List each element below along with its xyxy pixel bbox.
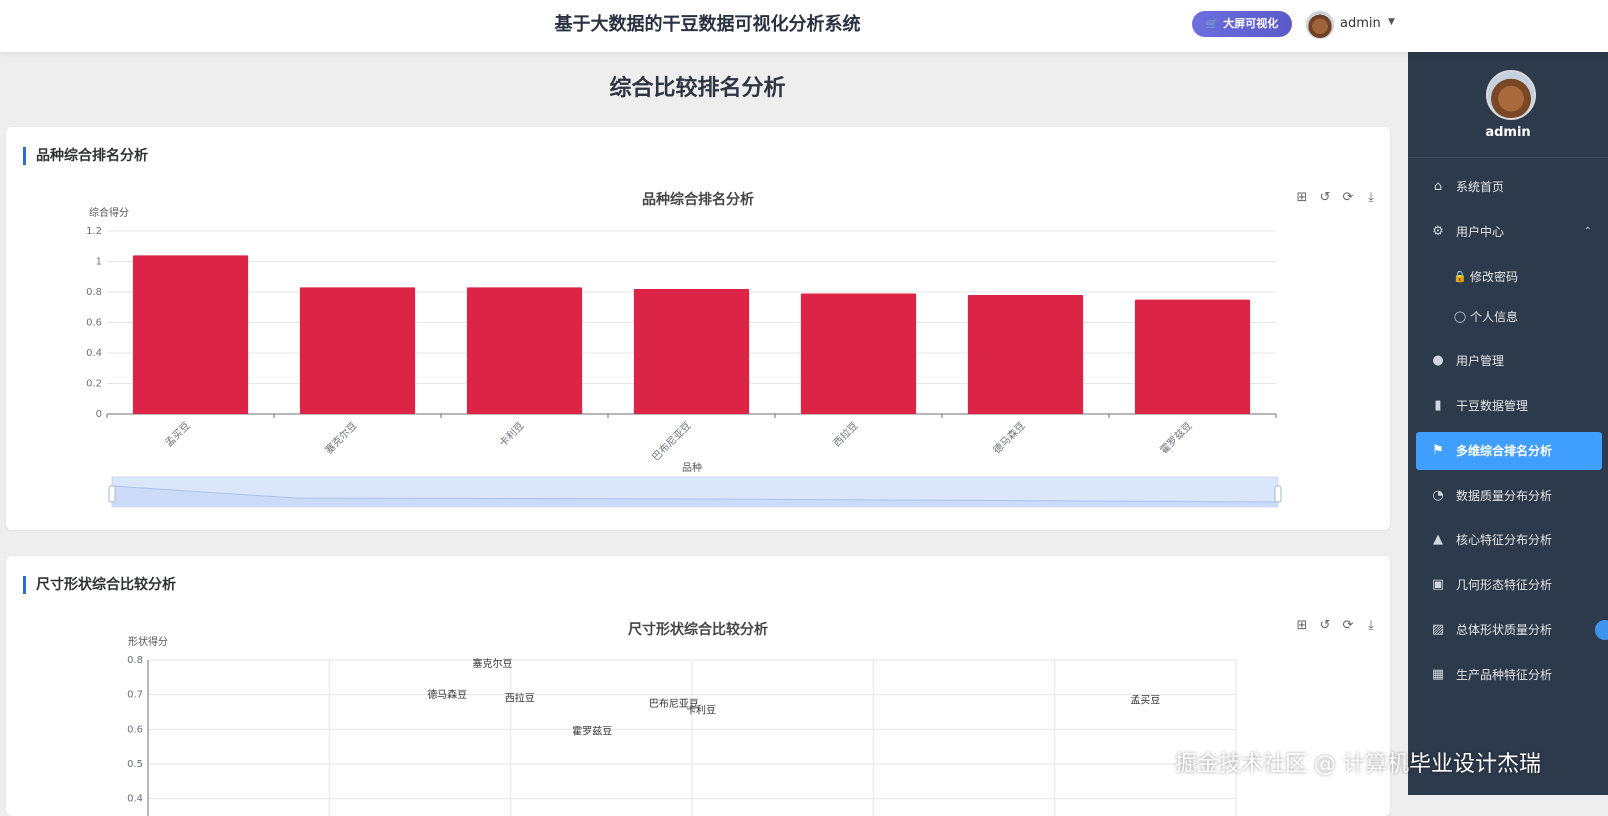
sidebar-item-label: 个人信息	[1470, 310, 1519, 324]
sidebar-item[interactable]: ◔ 数据质量分布分析	[1416, 477, 1602, 515]
users-icon: ●	[1432, 353, 1444, 368]
sidebar-item-label: 核心特征分布分析	[1456, 533, 1553, 547]
y-tick-label: 0.4	[86, 348, 102, 359]
bar[interactable]	[967, 295, 1084, 414]
point-label: 卡利豆	[686, 704, 716, 717]
sidebar-item[interactable]: ⌂ 系统首页	[1416, 168, 1602, 206]
user-icon: ◯	[1453, 310, 1467, 323]
bigscreen-button-label: 大屏可视化	[1223, 17, 1279, 30]
y-tick-label: 0.2	[86, 379, 102, 390]
y-tick-label: 0.6	[86, 318, 102, 329]
clipboard-icon: ▨	[1431, 622, 1445, 637]
y-axis-label: 综合得分	[89, 206, 129, 219]
datazoom-slider[interactable]	[108, 476, 1282, 508]
sidebar-item[interactable]: ▦ 生产品种特征分析	[1416, 656, 1602, 694]
y-tick-label: 0.7	[127, 690, 143, 701]
lock-icon: 🔒	[1453, 270, 1467, 283]
bar[interactable]	[633, 288, 750, 414]
x-tick-label: 霍罗兹豆	[1158, 420, 1195, 457]
chevron-up-icon: ⌃	[1583, 226, 1592, 237]
y-tick-label: 1	[96, 257, 102, 268]
sidebar-item[interactable]: ⚙ 用户中心 ⌃	[1416, 213, 1602, 251]
x-tick-label: 巴布尼亚豆	[650, 420, 694, 464]
bar[interactable]	[299, 287, 416, 414]
trend-icon: ▲	[1433, 532, 1443, 547]
home-icon: ⌂	[1433, 179, 1443, 194]
header-username: admin	[1340, 16, 1381, 31]
y-tick-label: 0.6	[127, 724, 143, 735]
caret-down-icon: ▼	[1388, 17, 1395, 27]
sidebar-item[interactable]: ▲ 核心特征分布分析	[1416, 521, 1602, 559]
avatar	[1306, 11, 1334, 39]
sidebar-item-label: 几何形态特征分析	[1456, 578, 1553, 592]
datazoom-handle-left[interactable]	[108, 485, 116, 503]
bar[interactable]	[132, 255, 249, 414]
y-tick-label: 0	[96, 409, 102, 420]
y-tick-label: 1.2	[86, 226, 102, 237]
sidebar-item[interactable]: ▮ 干豆数据管理	[1416, 387, 1602, 425]
gear-icon: ⚙	[1432, 224, 1444, 239]
y-tick-label: 0.8	[127, 655, 143, 666]
point-label: 孟买豆	[1130, 694, 1160, 706]
x-tick-label: 卡利豆	[496, 419, 526, 449]
point-label: 西拉豆	[505, 692, 535, 705]
watermark: 掘金技术社区 @ 计算机毕业设计杰瑞	[1175, 752, 1541, 777]
cart-icon: 🛒	[1205, 19, 1219, 30]
bar[interactable]	[1134, 299, 1251, 414]
grid-icon: ▦	[1431, 667, 1445, 682]
sidebar: admin ⌂ 系统首页 ⚙ 用户中心 ⌃ 🔒 修改密码 ◯ 个人信息 ● 用户管理 ▮ 干豆数据管理 ⚑…	[1408, 52, 1608, 795]
bar-chart: 综合得分 0 0.2 0.4 0.6 0.8 1 1.2 孟买豆 塞克尔豆 卡利豆 巴布尼亚豆 西拉…	[86, 206, 1282, 508]
y-tick-label: 0.5	[127, 759, 143, 770]
sidebar-item-label: 生产品种特征分析	[1456, 668, 1553, 682]
sidebar-item-label: 系统首页	[1456, 180, 1505, 194]
sidebar-item-label: 修改密码	[1470, 270, 1519, 284]
sidebar-item-label: 干豆数据管理	[1456, 399, 1529, 413]
sidebar-item-label: 数据质量分布分析	[1456, 489, 1553, 503]
pie-icon: ◔	[1432, 488, 1444, 503]
top-header: 基于大数据的干豆数据可视化分析系统 🛒 大屏可视化 admin ▼	[0, 0, 1608, 52]
sidebar-item[interactable]: ▨ 总体形状质量分析	[1416, 611, 1602, 649]
y-tick-label: 0.4	[127, 794, 143, 805]
x-axis-label: 品种	[682, 461, 702, 474]
avatar	[1486, 70, 1536, 120]
point-label: 塞克尔豆	[473, 657, 513, 670]
sidebar-item-label: 多维综合排名分析	[1456, 444, 1553, 458]
bar[interactable]	[800, 293, 917, 414]
sidebar-item-label: 用户管理	[1456, 354, 1505, 368]
sidebar-item-label: 总体形状质量分析	[1456, 623, 1553, 637]
flag-icon: ⚑	[1432, 443, 1444, 458]
x-tick-label: 塞克尔豆	[322, 419, 359, 456]
bar[interactable]	[466, 287, 583, 414]
bar-chart-icon: ▮	[1434, 398, 1442, 413]
x-tick-label: 西拉豆	[830, 419, 860, 449]
sidebar-toggle[interactable]	[1595, 620, 1608, 640]
sidebar-item-label: 用户中心	[1456, 225, 1505, 239]
bigscreen-button[interactable]: 🛒 大屏可视化	[1192, 11, 1292, 37]
y-axis-label: 形状得分	[128, 635, 168, 648]
sidebar-item[interactable]: 🔒 修改密码	[1416, 258, 1602, 296]
sidebar-item[interactable]: ⚑ 多维综合排名分析	[1416, 432, 1602, 470]
picture-icon: ▣	[1431, 577, 1445, 592]
point-label: 霍罗兹豆	[572, 726, 612, 738]
point-label: 德马森豆	[427, 688, 467, 701]
x-tick-label: 德马森豆	[990, 419, 1027, 456]
sidebar-item[interactable]: ◯ 个人信息	[1416, 298, 1602, 336]
x-tick-label: 孟买豆	[163, 420, 193, 450]
variety-ranking-card: 品种综合排名分析 品种综合排名分析 ⊞ ↺ ⟳ ⤓ 综合得分 0 0.2 0.4 0.6 0.…	[6, 127, 1390, 530]
sidebar-username: admin	[1485, 125, 1531, 140]
divider	[1408, 157, 1608, 158]
datazoom-handle-right[interactable]	[1274, 485, 1282, 503]
page-title: 综合比较排名分析	[609, 76, 786, 101]
sidebar-item[interactable]: ▣ 几何形态特征分析	[1416, 566, 1602, 604]
y-tick-label: 0.8	[86, 287, 102, 298]
sidebar-item[interactable]: ● 用户管理	[1416, 342, 1602, 380]
